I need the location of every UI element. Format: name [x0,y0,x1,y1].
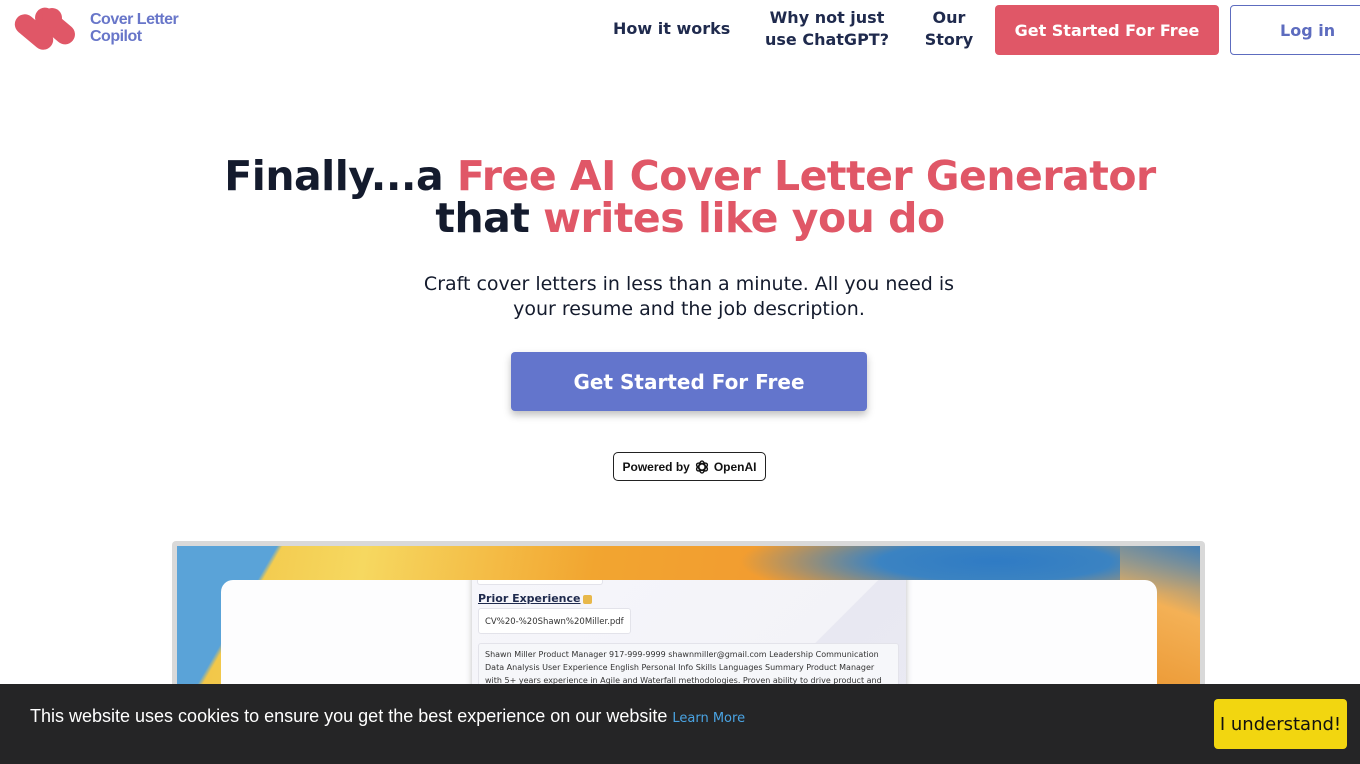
hero-get-started-button[interactable]: Get Started For Free [511,352,867,411]
powered-by-brand: OpenAI [713,459,757,474]
logo-text: Cover Letter Copilot [90,11,179,45]
cookie-accept-button[interactable]: I understand! [1214,699,1347,749]
logo-text-line2: Copilot [90,28,142,45]
hero-title-part2: that [435,194,544,242]
cookie-message: This website uses cookies to ensure you … [30,706,745,727]
logo-mark-icon [10,4,86,52]
login-button[interactable]: Log in [1230,5,1360,55]
hero-title: Finally...a Free AI Cover Letter Generat… [0,155,1360,239]
preview-file-chip: CV%20-%20Shawn%20Miller.pdf [478,608,631,634]
logo-text-line1: Cover Letter [90,11,179,28]
nav-why-not-chatgpt[interactable]: Why not just use ChatGPT? [752,7,902,51]
header-get-started-button[interactable]: Get Started For Free [995,5,1219,55]
preview-section-title-text: Prior Experience [478,592,581,605]
site-header: Cover Letter Copilot How it works Why no… [0,0,1360,60]
cookie-consent-bar: This website uses cookies to ensure you … [0,684,1360,764]
hero-title-part1: Finally...a [224,152,457,200]
nav-our-story[interactable]: Our Story [920,7,978,51]
cookie-message-text: This website uses cookies to ensure you … [30,706,668,726]
app-preview-screenshot: Prior Experience CV%20-%20Shawn%20Miller… [172,541,1205,720]
cookie-learn-more-link[interactable]: Learn More [672,711,745,726]
preview-section-title: Prior Experience [478,592,593,605]
powered-by-label: Powered by [622,459,690,474]
preview-top-field [477,580,603,585]
hero-title-accent1: Free AI Cover Letter Generator [456,152,1156,200]
hero-subtitle: Craft cover letters in less than a minut… [423,273,955,320]
openai-logo-icon [693,458,711,476]
logo[interactable]: Cover Letter Copilot [10,4,179,52]
nav-how-it-works[interactable]: How it works [613,18,730,40]
construction-worker-icon [583,594,593,604]
hero-title-accent2: writes like you do [543,194,945,242]
powered-by-openai-badge[interactable]: Powered by OpenAI [613,452,766,481]
